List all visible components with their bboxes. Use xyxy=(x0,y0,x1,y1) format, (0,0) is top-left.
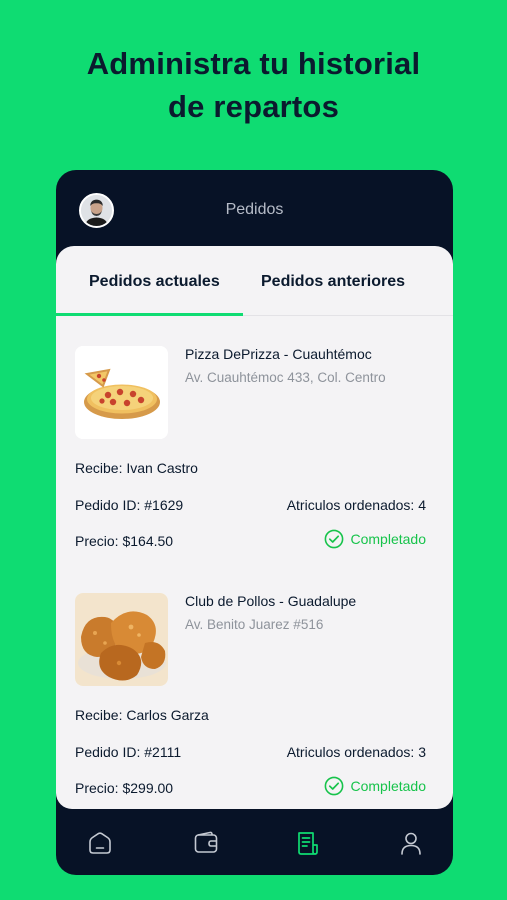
order-card[interactable]: Pizza DePrizza - Cuauhtémoc Av. Cuauhtém… xyxy=(56,346,453,586)
restaurant-name: Club de Pollos - Guadalupe xyxy=(185,593,357,609)
status-label: Completado xyxy=(350,531,427,547)
pizza-image xyxy=(75,346,168,439)
status-label: Completado xyxy=(350,778,427,794)
screen-title: Pedidos xyxy=(225,201,284,218)
tab-current-orders[interactable]: Pedidos actuales xyxy=(89,273,220,291)
items-count: Atriculos ordenados: 4 xyxy=(286,497,426,513)
order-card[interactable]: Club de Pollos - Guadalupe Av. Benito Ju… xyxy=(56,593,453,809)
wallet-icon xyxy=(194,831,218,853)
order-id: Pedido ID: #1629 xyxy=(75,497,184,513)
tab-previous-orders[interactable]: Pedidos anteriores xyxy=(261,273,405,291)
orders-icon xyxy=(298,832,318,855)
phone-frame: Pedidos Pedidos actuales Pedidos anterio… xyxy=(56,170,453,875)
nav-profile[interactable] xyxy=(398,830,424,856)
recipient: Recibe: Carlos Garza xyxy=(75,707,209,723)
orders-panel: Pedidos actuales Pedidos anteriores Pizz… xyxy=(56,246,453,809)
profile-icon xyxy=(401,832,421,855)
restaurant-address: Av. Cuauhtémoc 433, Col. Centro xyxy=(185,370,386,385)
active-tab-indicator xyxy=(56,313,243,316)
fried-chicken-image xyxy=(75,593,168,686)
headline-line-1: Administra tu historial xyxy=(86,46,421,81)
order-id: Pedido ID: #2111 xyxy=(75,744,182,760)
nav-home[interactable] xyxy=(87,830,113,856)
restaurant-address: Av. Benito Juarez #516 xyxy=(185,617,324,632)
top-bar: Pedidos xyxy=(56,170,453,248)
order-price: Precio: $299.00 xyxy=(75,780,174,796)
recipient: Recibe: Ivan Castro xyxy=(75,460,198,476)
tab-bar: Pedidos actuales Pedidos anteriores xyxy=(56,246,453,316)
restaurant-name: Pizza DePrizza - Cuauhtémoc xyxy=(185,346,372,362)
headline: Administra tu historial de repartos xyxy=(0,42,507,128)
headline-line-2: de repartos xyxy=(167,89,340,124)
check-circle-icon xyxy=(324,776,343,796)
nav-orders[interactable] xyxy=(295,830,321,856)
home-icon xyxy=(89,832,111,854)
order-price: Precio: $164.50 xyxy=(75,533,174,549)
bottom-nav xyxy=(56,809,453,875)
check-circle-icon xyxy=(324,529,343,549)
items-count: Atriculos ordenados: 3 xyxy=(286,744,426,760)
status-badge: Completado xyxy=(324,529,427,549)
status-badge: Completado xyxy=(324,776,427,796)
nav-wallet[interactable] xyxy=(193,830,219,856)
